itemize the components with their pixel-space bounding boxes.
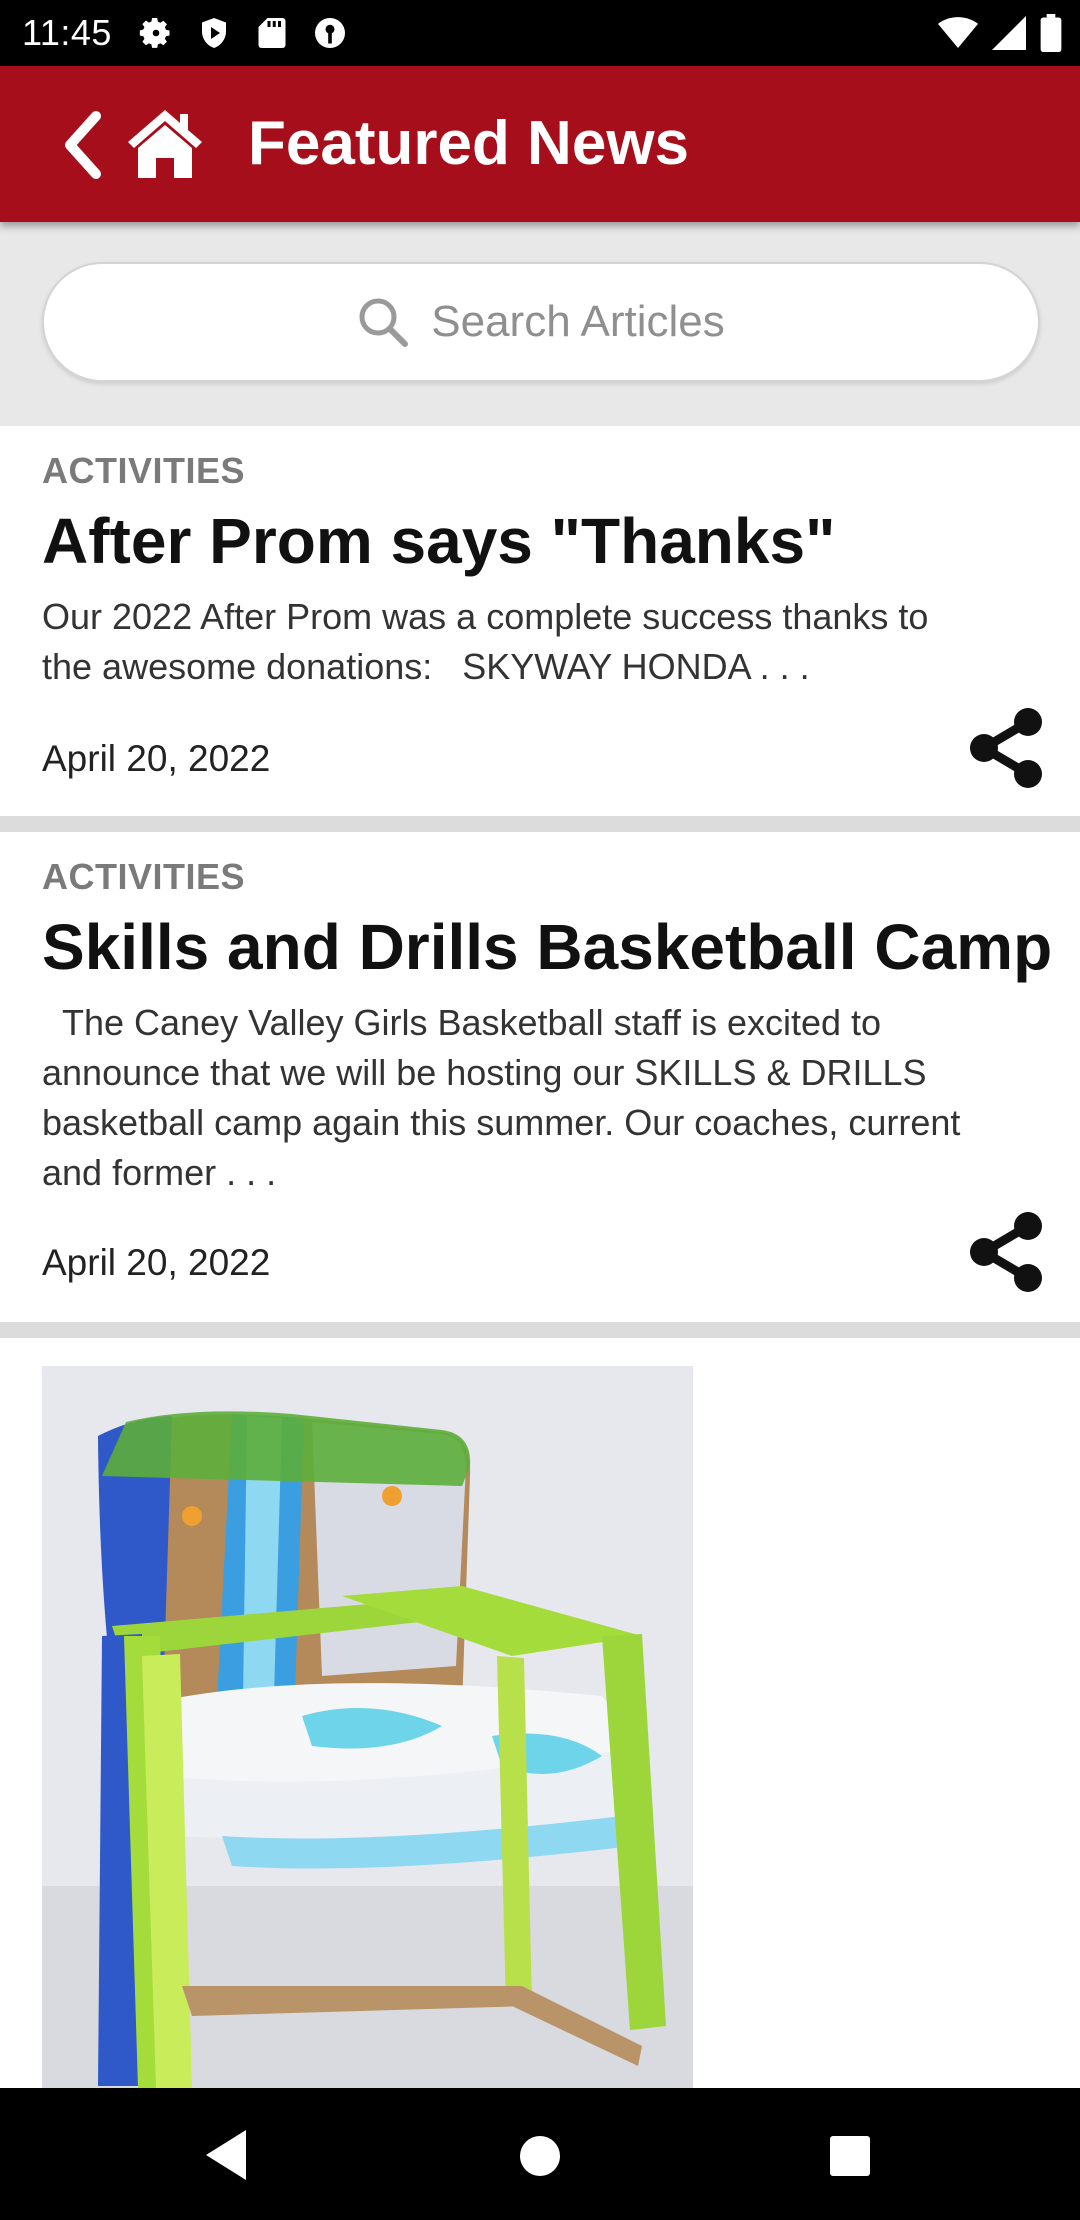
home-icon[interactable]: [126, 106, 204, 180]
search-placeholder: Search Articles: [431, 297, 725, 346]
share-icon[interactable]: [968, 706, 1044, 790]
signal-icon: [992, 16, 1026, 50]
recents-square-icon[interactable]: [828, 2134, 872, 2178]
divider: [0, 816, 1080, 832]
status-time: 11:45: [22, 12, 112, 53]
search-area: Search Articles: [0, 222, 1080, 426]
divider: [0, 1322, 1080, 1338]
search-icon: [359, 298, 409, 347]
article-category: ACTIVITIES: [42, 450, 246, 491]
article-excerpt: The Caney Valley Girls Basketball staff …: [42, 1002, 961, 1193]
shield-icon: [201, 18, 226, 48]
wifi-icon: [938, 17, 978, 48]
article-title[interactable]: After Prom says "Thanks": [42, 504, 835, 578]
sd-card-icon: [258, 18, 286, 48]
article-category: ACTIVITIES: [42, 856, 246, 897]
article-date: April 20, 2022: [42, 738, 271, 779]
key-icon: [314, 18, 345, 48]
status-bar: 11:45: [0, 0, 1080, 66]
article-card[interactable]: [0, 1338, 1080, 2088]
search-input[interactable]: Search Articles: [42, 262, 1040, 382]
status-icons-left: [138, 15, 348, 51]
article-date: April 20, 2022: [42, 1242, 271, 1283]
article-excerpt: Our 2022 After Prom was a complete succe…: [42, 596, 929, 687]
chevron-left-icon[interactable]: [60, 110, 104, 180]
system-nav-bar: [0, 2088, 1080, 2220]
article-title[interactable]: Skills and Drills Basketball Camp: [42, 910, 1052, 984]
app-bar: Featured News: [0, 66, 1080, 222]
page-title: Featured News: [248, 109, 690, 178]
article-card[interactable]: ACTIVITIES After Prom says "Thanks" Our …: [0, 426, 1080, 816]
home-circle-icon[interactable]: [518, 2134, 562, 2178]
share-icon[interactable]: [968, 1210, 1044, 1294]
article-image[interactable]: [42, 1366, 693, 2088]
settings-icon: [139, 18, 170, 48]
back-triangle-icon[interactable]: [202, 2128, 250, 2182]
article-card[interactable]: ACTIVITIES Skills and Drills Basketball …: [0, 832, 1080, 1322]
painted-chair-photo: [42, 1366, 693, 2088]
battery-icon: [1040, 14, 1062, 52]
status-icons-right: [938, 0, 1062, 66]
